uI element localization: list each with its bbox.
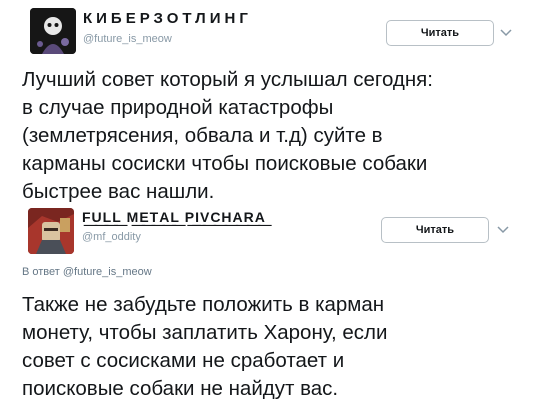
- tweet-text: Также не забудьте положить в карман моне…: [22, 293, 388, 400]
- follow-button[interactable]: Читать: [386, 20, 494, 46]
- chevron-down-icon[interactable]: [496, 224, 510, 234]
- reply-to-label[interactable]: В ответ @future_is_meow: [22, 266, 152, 278]
- chevron-down-icon[interactable]: [499, 27, 513, 37]
- tweet: КИБЕРЗОТЛИНГ @future_is_meow Читать Лучш…: [0, 0, 540, 205]
- display-name[interactable]: F͟U͟L͟L͟ M͟E͟T͟A͟L͟ P͟I͟V͟C͟H͟A͟R͟A͟: [82, 209, 266, 225]
- user-handle[interactable]: @future_is_meow: [83, 33, 172, 45]
- avatar-image: [28, 208, 74, 254]
- avatar[interactable]: [30, 8, 76, 54]
- avatar[interactable]: [28, 208, 74, 254]
- tweet: F͟U͟L͟L͟ M͟E͟T͟A͟L͟ P͟I͟V͟C͟H͟A͟R͟A͟ @mf…: [0, 205, 540, 411]
- tweet-text: Лучший совет который я услышал сегодня: …: [22, 68, 433, 203]
- display-name[interactable]: КИБЕРЗОТЛИНГ: [83, 10, 252, 27]
- avatar-image: [30, 8, 76, 54]
- user-handle[interactable]: @mf_oddity: [82, 231, 141, 243]
- follow-button[interactable]: Читать: [381, 217, 489, 243]
